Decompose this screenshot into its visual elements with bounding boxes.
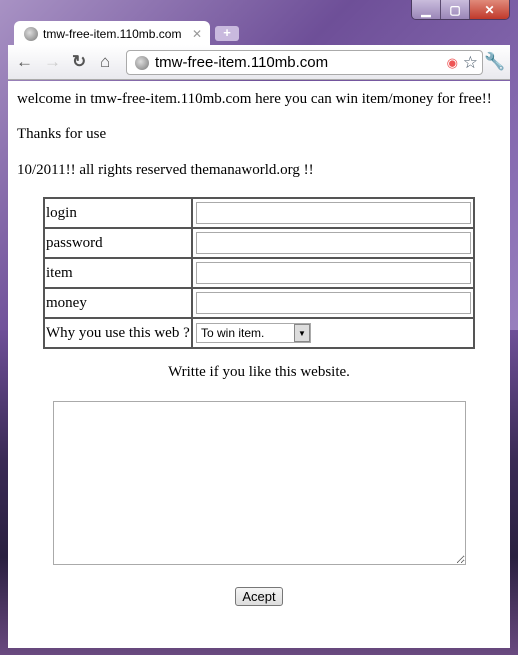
minimize-button[interactable]: ▁ [412,0,441,19]
toolbar: ← → ↻ ⌂ tmw-free-item.110mb.com ◉ ☆ 🔧 [8,45,510,80]
close-window-button[interactable]: ✕ [470,0,509,19]
back-icon[interactable]: ← [16,52,33,72]
globe-icon [135,55,149,70]
login-label: login [43,197,193,229]
window-controls: ▁ ▢ ✕ [411,0,510,20]
reason-value: To win item. [201,326,265,340]
item-label: item [43,257,193,289]
chevron-down-icon[interactable]: ▼ [294,324,310,342]
wrench-icon[interactable]: 🔧 [484,52,505,72]
item-input[interactable] [196,262,471,284]
login-input[interactable] [196,202,471,224]
comment-textarea[interactable] [53,401,466,565]
maximize-button[interactable]: ▢ [441,0,470,19]
reason-select[interactable]: To win item. ▼ [196,323,311,343]
tab-title: tmw-free-item.110mb.com [43,27,182,41]
password-input[interactable] [196,232,471,254]
globe-icon [24,27,38,41]
new-tab-button[interactable]: + [215,26,239,41]
money-input[interactable] [196,292,471,314]
copyright-text: 10/2011!! all rights reserved themanawor… [17,162,314,178]
reason-label: Why you use this web ? [43,317,193,349]
password-label: password [43,227,193,259]
reddit-icon[interactable]: ◉ [447,55,458,71]
page-content: welcome in tmw-free-item.110mb.com here … [8,81,510,648]
url-text: tmw-free-item.110mb.com [155,54,329,71]
browser-tab[interactable]: tmw-free-item.110mb.com ✕ [14,21,210,47]
reload-icon[interactable]: ↻ [72,52,86,72]
form-table: login password item money Why you use th… [43,197,475,349]
intro-text: welcome in tmw-free-item.110mb.com here … [17,91,492,107]
forward-icon[interactable]: → [44,52,61,72]
close-tab-icon[interactable]: ✕ [192,27,202,41]
bookmark-star-icon[interactable]: ☆ [463,53,478,73]
thanks-text: Thanks for use [17,126,107,142]
address-bar[interactable]: tmw-free-item.110mb.com ◉ ☆ [126,50,483,75]
accept-button[interactable]: Acept [235,587,283,606]
home-icon[interactable]: ⌂ [100,52,110,72]
comment-prompt: Writte if you like this website. [168,364,350,380]
money-label: money [43,287,193,319]
